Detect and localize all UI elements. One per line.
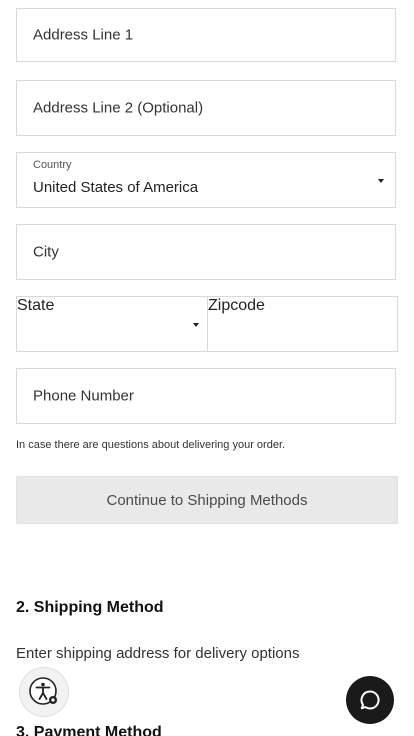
- chevron-down-icon: [378, 179, 384, 183]
- phone-hint: In case there are questions about delive…: [16, 439, 286, 451]
- chevron-down-icon: [193, 323, 199, 327]
- city-placeholder: City: [33, 243, 59, 261]
- continue-to-shipping-button[interactable]: Continue to Shipping Methods: [16, 476, 398, 524]
- phone-placeholder: Phone Number: [33, 387, 134, 405]
- country-value: United States of America: [33, 179, 199, 196]
- shipping-method-description: Enter shipping address for delivery opti…: [16, 645, 300, 662]
- city-field[interactable]: City: [16, 224, 396, 280]
- accessibility-icon: [29, 677, 57, 705]
- state-select[interactable]: State: [16, 296, 208, 352]
- address-line-2-placeholder: Address Line 2 (Optional): [33, 99, 204, 117]
- checkout-page: Address Line 1 Address Line 2 (Optional)…: [0, 0, 414, 736]
- accessibility-button[interactable]: [20, 668, 68, 716]
- zipcode-placeholder: Zipcode: [208, 297, 265, 314]
- country-label: Country: [33, 159, 72, 171]
- shipping-method-title: 2. Shipping Method: [16, 599, 164, 616]
- phone-field[interactable]: Phone Number: [16, 368, 396, 424]
- address-line-2-field[interactable]: Address Line 2 (Optional): [16, 80, 396, 136]
- country-select[interactable]: Country United States of America: [16, 152, 396, 208]
- chat-button[interactable]: [346, 676, 394, 724]
- state-label: State: [17, 297, 55, 314]
- address-line-1-field[interactable]: Address Line 1: [16, 8, 396, 62]
- zipcode-field[interactable]: Zipcode: [207, 296, 398, 352]
- chat-icon: [360, 690, 380, 710]
- payment-method-title: 3. Payment Method: [16, 724, 162, 736]
- state-zip-row: State Zipcode: [16, 296, 398, 352]
- address-line-1-placeholder: Address Line 1: [33, 26, 134, 44]
